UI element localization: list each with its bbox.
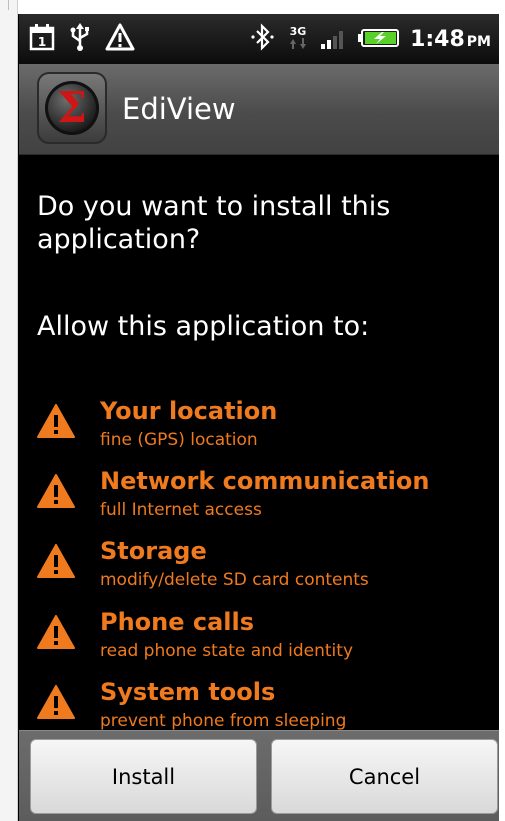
battery-charging-icon	[358, 23, 400, 55]
install-question: Do you want to install this application?	[37, 191, 391, 255]
permission-desc: read phone state and identity	[100, 641, 354, 661]
warning-icon	[37, 685, 75, 719]
status-time: 1:48 PM	[410, 26, 491, 52]
frame-top-strip	[0, 0, 505, 14]
warning-icon	[37, 544, 75, 578]
app-icon: Σ	[37, 72, 107, 144]
permission-name: System tools	[100, 678, 276, 706]
warning-icon	[37, 404, 75, 438]
permission-item[interactable]: Your location fine (GPS) location	[37, 397, 487, 457]
permission-item[interactable]: Network communication full Internet acce…	[37, 467, 487, 527]
permission-name: Phone calls	[100, 608, 255, 636]
button-bar: Install Cancel	[19, 730, 499, 821]
svg-text:3G: 3G	[290, 25, 307, 38]
bluetooth-icon	[250, 23, 276, 55]
permission-item[interactable]: Storage modify/delete SD card contents	[37, 537, 487, 597]
svg-text:1: 1	[38, 35, 46, 49]
permissions-heading: Allow this application to:	[37, 311, 370, 342]
permission-desc: prevent phone from sleeping	[100, 711, 347, 731]
status-bar-system: 3G 1:48 PM	[250, 20, 491, 58]
frame-left-edge	[0, 0, 18, 821]
status-bar: 1 3G 1:48 PM	[19, 14, 499, 64]
3g-data-icon: 3G	[286, 23, 310, 55]
signal-icon	[320, 23, 348, 55]
permission-item[interactable]: Phone calls read phone state and identit…	[37, 608, 487, 668]
frame-right-edge	[498, 0, 505, 821]
warning-icon	[105, 23, 135, 55]
warning-icon	[37, 474, 75, 508]
app-title: EdiView	[122, 92, 236, 126]
permission-item[interactable]: System tools prevent phone from sleeping	[37, 678, 487, 738]
permission-name: Network communication	[100, 467, 430, 495]
permission-name: Storage	[100, 537, 207, 565]
usb-icon	[69, 23, 91, 55]
permission-desc: fine (GPS) location	[100, 430, 258, 450]
phone-screen: 1 3G 1:48 PM Σ EdiView Do you want to in…	[18, 14, 499, 821]
install-button[interactable]: Install	[30, 739, 257, 814]
cancel-button[interactable]: Cancel	[271, 739, 498, 814]
install-dialog-content[interactable]: Do you want to install this application?…	[19, 155, 499, 731]
warning-icon	[37, 615, 75, 649]
calendar-icon: 1	[29, 23, 55, 55]
status-bar-notifications: 1	[29, 20, 135, 58]
permission-desc: full Internet access	[100, 500, 262, 520]
permission-desc: modify/delete SD card contents	[100, 570, 369, 590]
permission-name: Your location	[100, 397, 278, 425]
app-title-bar: Σ EdiView	[19, 64, 499, 155]
